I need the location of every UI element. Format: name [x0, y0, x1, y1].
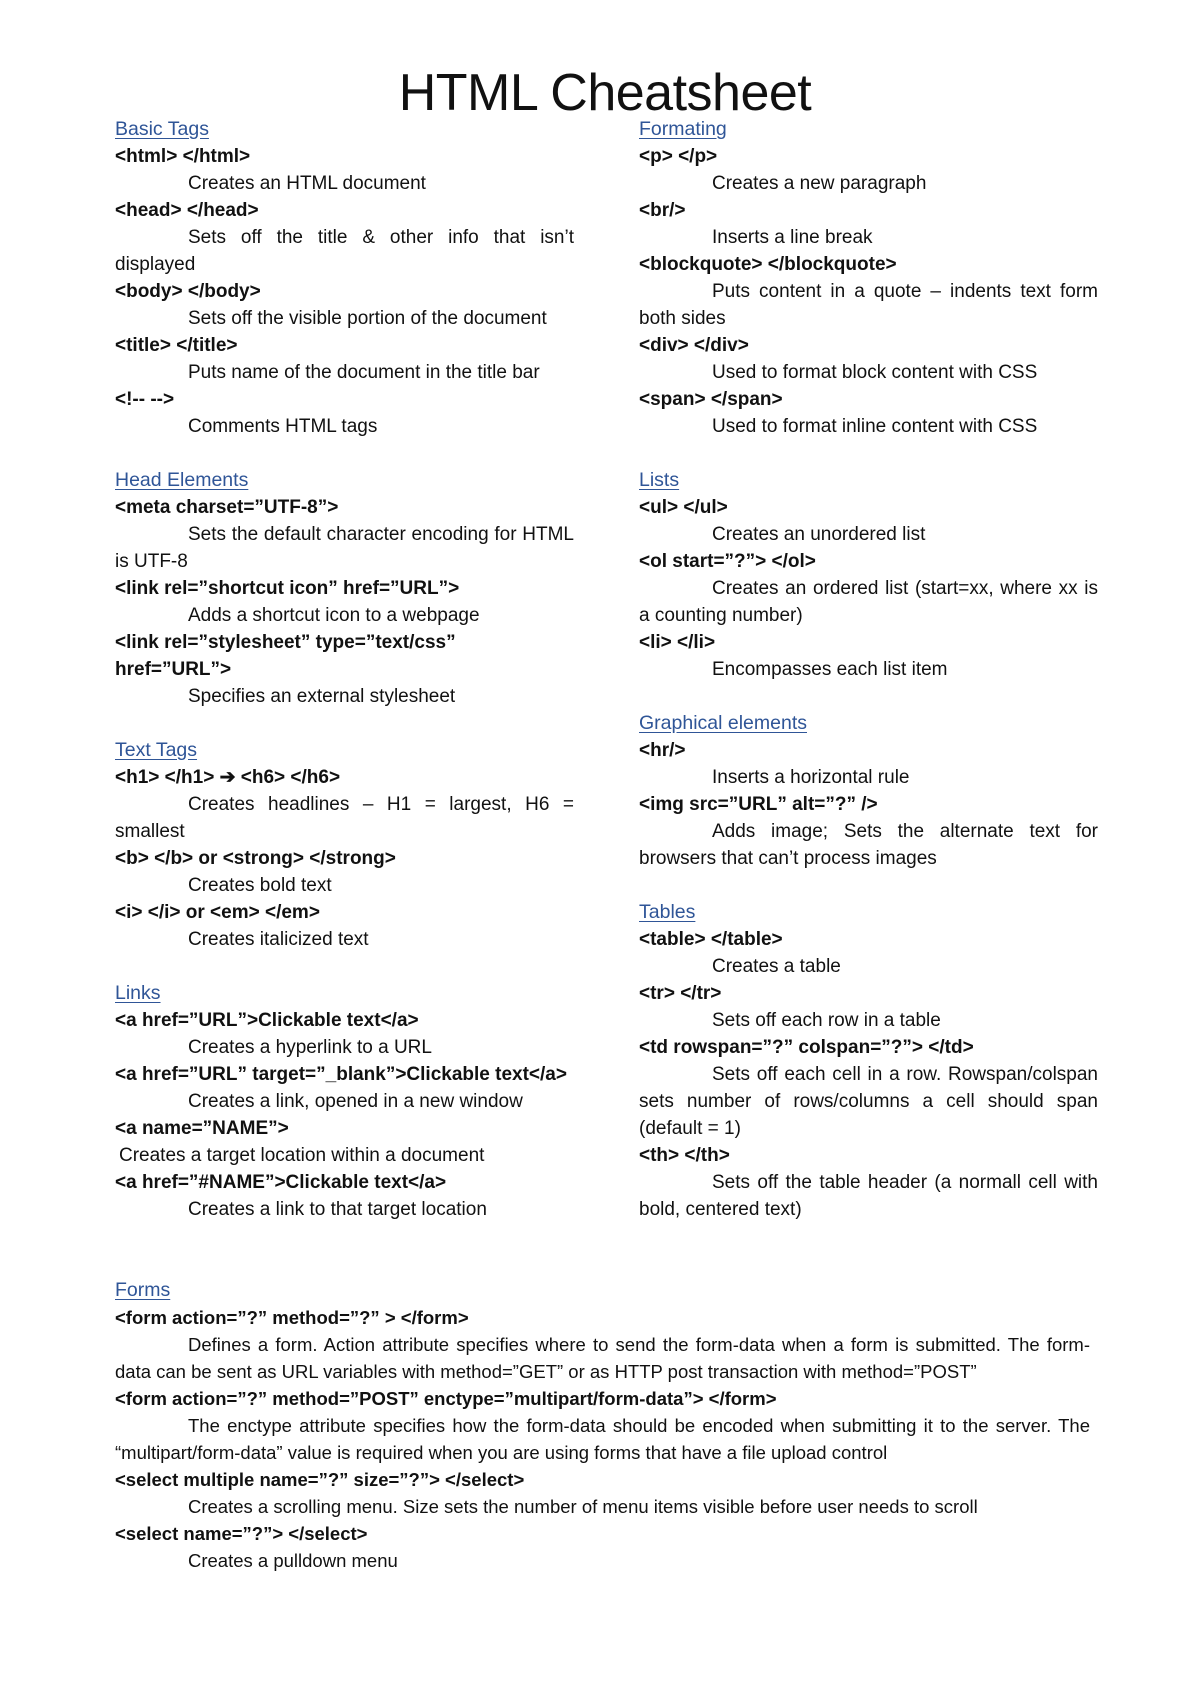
tag-syntax: <a href=”URL” target=”_blank”>Clickable … [115, 1064, 567, 1085]
section-heading: Text Tags [115, 739, 198, 761]
section-heading: Tables [639, 901, 696, 923]
tag-description: Creates a table [712, 956, 841, 977]
tag-syntax: <blockquote> </blockquote> [639, 254, 897, 275]
tag-syntax: <html> </html> [115, 146, 251, 167]
tag-description: Sets off the title & other info that isn… [115, 227, 574, 275]
tag-description: Creates an ordered list (start=xx, where… [639, 578, 1098, 626]
tag-syntax: <b> </b> or <strong> </strong> [115, 848, 396, 869]
tag-syntax: <link rel=”shortcut icon” href=”URL”> [115, 578, 460, 599]
section-heading: Links [115, 982, 161, 1004]
tag-description: Creates a target location within a docum… [119, 1145, 485, 1166]
tag-description: Creates headlines – H1 = largest, H6 = s… [115, 794, 574, 842]
tag-description: Creates a link, opened in a new window [188, 1091, 523, 1112]
section-lists: Lists <ul> </ul> Creates an unordered list… [639, 467, 1098, 683]
section-tables: Tables <table> </table> Creates a table <tr… [639, 899, 1098, 1223]
tag-syntax: <tr> </tr> [639, 983, 722, 1004]
section-heading: Forms [115, 1279, 171, 1301]
tag-syntax: <i> </i> or <em> </em> [115, 902, 320, 923]
tag-description: Creates an HTML document [188, 173, 426, 194]
tag-description: Used to format block content with CSS [712, 362, 1038, 383]
section-heading: Graphical elements [639, 712, 807, 734]
tag-syntax: <form action=”?” method=”?” > </form> [115, 1307, 469, 1328]
tag-description: Adds image; Sets the alternate text for … [639, 821, 1098, 869]
tag-description: Creates a pulldown menu [188, 1550, 398, 1571]
tag-syntax: <head> </head> [115, 200, 259, 221]
section-heading: Basic Tags [115, 118, 209, 140]
tag-syntax: <!-- --> [115, 389, 175, 410]
tag-description: Sets off each row in a table [712, 1010, 941, 1031]
section-formating: Formating <p> </p> Creates a new paragraph… [639, 116, 1098, 440]
section-basic-tags: Basic Tags <html> </html> Creates an HTML … [115, 116, 574, 440]
tag-syntax: <p> </p> [639, 146, 718, 167]
tag-description: Puts content in a quote – indents text f… [639, 281, 1098, 329]
tag-syntax: <table> </table> [639, 929, 783, 950]
tag-syntax: <body> </body> [115, 281, 261, 302]
page-title: HTML Cheatsheet [398, 63, 812, 122]
section-graphical-elements: Graphical elements <hr/> Inserts a horizon… [639, 710, 1098, 872]
section-text-tags: Text Tags <h1> </h1> ➔ <h6> </h6> Creates … [115, 737, 574, 953]
tag-description: Adds a shortcut icon to a webpage [188, 605, 480, 626]
tag-syntax: <hr/> [639, 740, 686, 761]
tag-description: Creates a new paragraph [712, 173, 927, 194]
left-column: Basic Tags <html> </html> Creates an HTML … [115, 116, 574, 1250]
tag-syntax: <ol start=”?”> </ol> [639, 551, 816, 572]
tag-description: Sets the default character encoding for … [115, 524, 574, 572]
tag-description: Creates bold text [188, 875, 332, 896]
tag-description: The enctype attribute specifies how the … [115, 1415, 1090, 1463]
section-heading: Lists [639, 469, 680, 491]
tag-description: Creates a link to that target location [188, 1199, 487, 1220]
section-heading: Formating [639, 118, 727, 140]
tag-syntax: <form action=”?” method=”POST” enctype=”… [115, 1388, 777, 1409]
right-column: Formating <p> </p> Creates a new paragraph… [639, 116, 1098, 1250]
tag-description: Creates a scrolling menu. Size sets the … [188, 1496, 978, 1517]
tag-description: Creates an unordered list [712, 524, 926, 545]
tag-syntax: <select multiple name=”?” size=”?”> </se… [115, 1469, 525, 1490]
tag-syntax: <title> </title> [115, 335, 238, 356]
section-head-elements: Head Elements <meta charset=”UTF-8”> Sets … [115, 467, 574, 710]
tag-description: Puts name of the document in the title b… [188, 362, 540, 383]
tag-description: Sets off the visible portion of the docu… [188, 308, 547, 329]
tag-syntax: <a name=”NAME”> [115, 1118, 289, 1139]
tag-syntax: <h1> </h1> ➔ <h6> </h6> [115, 767, 341, 788]
tag-description: Comments HTML tags [188, 416, 378, 437]
tag-description: Specifies an external stylesheet [188, 686, 456, 707]
tag-description: Creates italicized text [188, 929, 369, 950]
section-heading: Head Elements [115, 469, 249, 491]
tag-syntax: <br/> [639, 200, 686, 221]
tag-syntax: <div> </div> [639, 335, 749, 356]
section-links: Links <a href=”URL”>Clickable text</a> Cre… [115, 980, 574, 1223]
section-forms: Forms <form action=”?” method=”?” > </for… [115, 1277, 1090, 1574]
tag-description: Encompasses each list item [712, 659, 948, 680]
tag-syntax: <li> </li> [639, 632, 716, 653]
tag-syntax: <span> </span> [639, 389, 783, 410]
tag-description: Inserts a horizontal rule [712, 767, 910, 788]
tag-syntax: <a href=”URL”>Clickable text</a> [115, 1010, 419, 1031]
tag-syntax: <td rowspan=”?” colspan=”?”> </td> [639, 1037, 974, 1058]
tag-description: Sets off each cell in a row. Rowspan/col… [639, 1064, 1098, 1139]
tag-syntax: <ul> </ul> [639, 497, 728, 518]
tag-syntax: <meta charset=”UTF-8”> [115, 497, 339, 518]
tag-description: Sets off the table header (a normall cel… [639, 1172, 1098, 1220]
tag-description: Used to format inline content with CSS [712, 416, 1038, 437]
tag-syntax: <select name=”?”> </select> [115, 1523, 368, 1544]
tag-description: Defines a form. Action attribute specifi… [115, 1334, 1090, 1382]
tag-syntax: <a href=”#NAME”>Clickable text</a> [115, 1172, 447, 1193]
tag-syntax: <link rel=”stylesheet” type=”text/css” h… [115, 632, 456, 680]
tag-syntax: <img src=”URL” alt=”?” /> [639, 794, 878, 815]
tag-syntax: <th> </th> [639, 1145, 730, 1166]
forms-section-container: Forms <form action=”?” method=”?” > </for… [115, 1277, 1090, 1601]
tag-description: Inserts a line break [712, 227, 873, 248]
tag-description: Creates a hyperlink to a URL [188, 1037, 432, 1058]
